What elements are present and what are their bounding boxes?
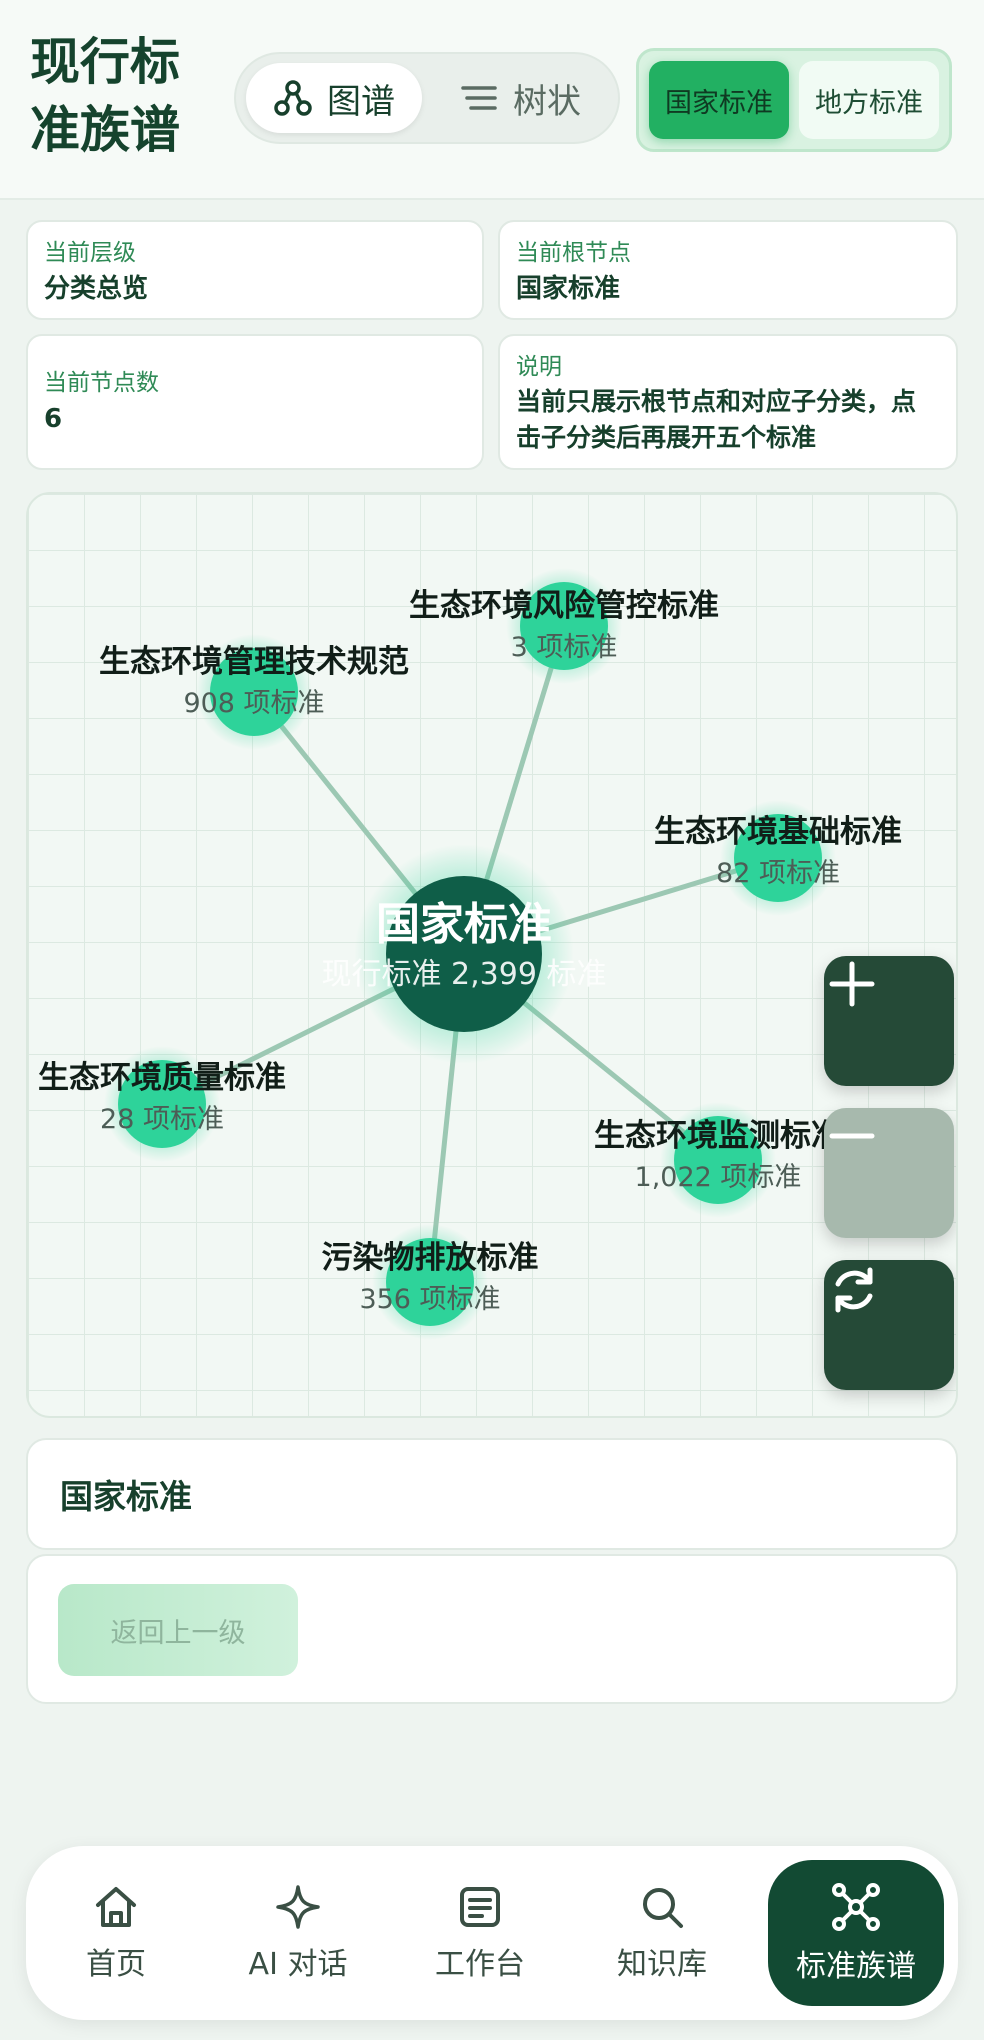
- selected-node-card: 国家标准: [26, 1438, 958, 1550]
- selected-node-title: 国家标准: [60, 1477, 192, 1516]
- network-icon: [832, 1883, 880, 1931]
- back-button[interactable]: 返回上一级: [58, 1584, 298, 1676]
- zoom-out-button[interactable]: [824, 1108, 954, 1238]
- node-quality-name: 生态环境质量标准: [38, 1060, 286, 1096]
- node-monitor-name: 生态环境监测标准: [594, 1118, 842, 1154]
- info-count-card: 当前节点数 6: [26, 334, 484, 470]
- node-pollution[interactable]: 污染物排放标准 356 项标准: [322, 1236, 539, 1320]
- nav-item-standard-family-label: 标准族谱: [796, 1949, 916, 1984]
- node-risk-count: 3 项标准: [510, 632, 618, 663]
- info-count-value: 6: [44, 404, 63, 434]
- node-risk-name: 生态环境风险管控标准: [409, 588, 719, 624]
- node-pollution-count: 356 项标准: [359, 1284, 501, 1315]
- nav-item-home[interactable]: 首页: [26, 1846, 206, 2020]
- node-monitor[interactable]: 生态环境监测标准 1,022 项标准: [594, 1114, 842, 1198]
- scope-toggle: 国家标准 地方标准: [636, 48, 952, 152]
- node-mgmt-count: 908 项标准: [183, 688, 325, 719]
- page-title: 现行标准族谱: [30, 33, 180, 159]
- document-icon: [460, 1887, 500, 1927]
- info-root-label: 当前根节点: [516, 240, 631, 266]
- header: 现行标准族谱 图谱 树状 国家标准 地方标准: [0, 0, 984, 200]
- info-count-label: 当前节点数: [44, 370, 159, 396]
- search-icon: [643, 1888, 683, 1928]
- zoom-in-button[interactable]: [824, 956, 954, 1086]
- reset-icon: [835, 1267, 873, 1313]
- node-root-count: 现行标准 2,399 标准: [321, 957, 607, 992]
- nav-item-workbench-label: 工作台: [435, 1947, 525, 1982]
- node-basic-name: 生态环境基础标准: [654, 814, 902, 850]
- node-root[interactable]: 国家标准 现行标准 2,399 标准: [322, 896, 607, 996]
- node-basic[interactable]: 生态环境基础标准 82 项标准: [654, 810, 902, 894]
- bottom-nav: 首页 AI 对话 工作台 知识库 标准族谱: [26, 1846, 958, 2020]
- sparkle-icon: [276, 1885, 320, 1929]
- graph-icon: [274, 80, 312, 116]
- reset-view-button[interactable]: [824, 1260, 954, 1390]
- node-pollution-name: 污染物排放标准: [321, 1240, 539, 1276]
- node-basic-count: 82 项标准: [716, 858, 840, 889]
- node-monitor-count: 1,022 项标准: [634, 1162, 802, 1193]
- tab-tree[interactable]: 树状: [432, 63, 608, 133]
- tab-graph[interactable]: 图谱: [246, 63, 422, 133]
- scope-national-button[interactable]: 国家标准: [649, 61, 789, 139]
- node-mgmt[interactable]: 生态环境管理技术规范 908 项标准: [99, 640, 409, 724]
- info-level-label: 当前层级: [44, 240, 136, 266]
- nav-item-ai-chat[interactable]: AI 对话: [208, 1846, 388, 2020]
- graph-canvas[interactable]: 生态环境风险管控标准 3 项标准 生态环境管理技术规范 908 项标准 生态环境…: [26, 492, 958, 1418]
- home-icon: [96, 1887, 136, 1927]
- node-root-name: 国家标准: [376, 899, 552, 950]
- info-description-value: 当前只展示根节点和对应子分类，点击子分类后再展开五个标准: [516, 387, 917, 452]
- nav-item-standard-family[interactable]: 标准族谱: [768, 1860, 944, 2006]
- info-root-card: 当前根节点 国家标准: [498, 220, 958, 320]
- info-root-value: 国家标准: [516, 274, 621, 304]
- tab-tree-label: 树状: [513, 81, 581, 122]
- node-quality-count: 28 项标准: [100, 1104, 224, 1135]
- tab-graph-label: 图谱: [327, 81, 395, 122]
- scope-local-button[interactable]: 地方标准: [799, 61, 939, 139]
- nav-item-knowledge-label: 知识库: [617, 1947, 707, 1982]
- node-mgmt-name: 生态环境管理技术规范: [99, 644, 409, 680]
- nav-item-workbench[interactable]: 工作台: [390, 1846, 570, 2020]
- nav-item-knowledge[interactable]: 知识库: [572, 1846, 752, 2020]
- view-toggle: 图谱 树状: [234, 52, 620, 144]
- node-risk[interactable]: 生态环境风险管控标准 3 项标准: [409, 584, 719, 668]
- back-card: 返回上一级: [26, 1554, 958, 1704]
- list-icon: [461, 86, 497, 110]
- plus-icon: [829, 961, 875, 1007]
- node-quality[interactable]: 生态环境质量标准 28 项标准: [38, 1056, 286, 1140]
- nav-item-ai-chat-label: AI 对话: [248, 1947, 348, 1982]
- info-level-value: 分类总览: [44, 274, 149, 304]
- info-description-card: 说明 当前只展示根节点和对应子分类，点击子分类后再展开五个标准: [498, 334, 958, 470]
- info-description-label: 说明: [516, 354, 562, 380]
- nav-item-home-label: 首页: [86, 1947, 146, 1982]
- info-level-card: 当前层级 分类总览: [26, 220, 484, 320]
- minus-icon: [829, 1133, 875, 1139]
